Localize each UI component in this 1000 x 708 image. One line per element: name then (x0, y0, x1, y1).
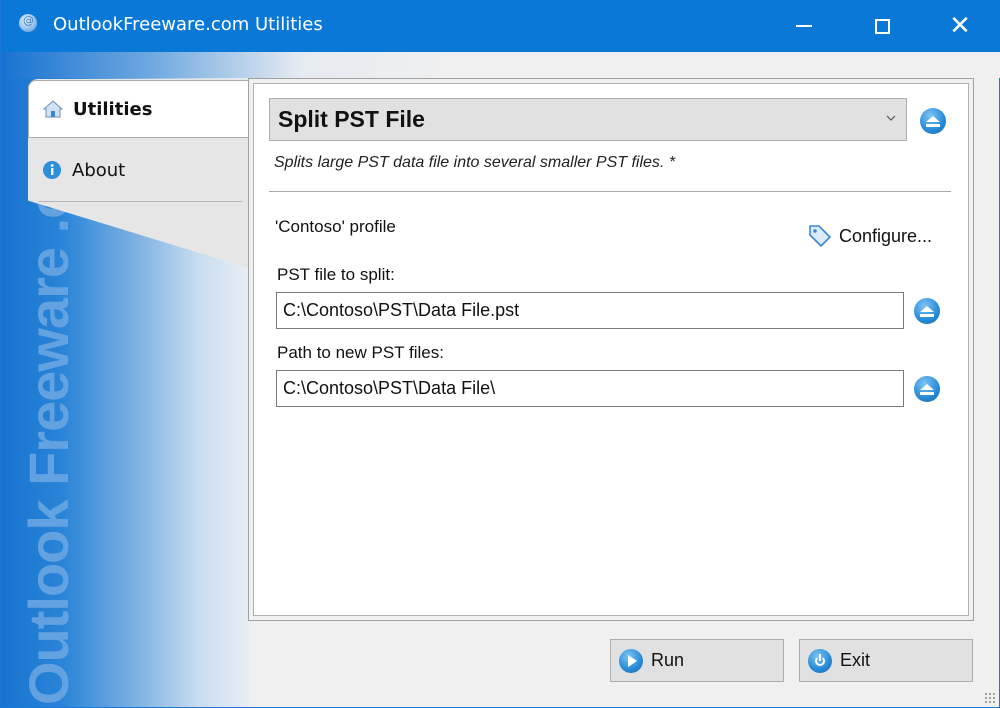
run-label: Run (651, 650, 685, 670)
eject-icon-bar (920, 391, 934, 395)
utility-select[interactable]: Split PST File (269, 98, 907, 141)
eject-icon (920, 383, 934, 390)
profile-label: 'Contoso' profile (275, 217, 396, 236)
output-path-browse-button[interactable] (914, 376, 940, 402)
power-icon (808, 648, 832, 673)
resize-grip[interactable] (984, 692, 996, 704)
app-window: OutlookFreeware.com Utilities ✕ Outlook … (0, 0, 1000, 708)
eject-icon (926, 115, 940, 122)
configure-link[interactable]: Configure... (807, 223, 932, 249)
info-icon (42, 160, 62, 180)
tag-icon (809, 225, 832, 248)
utility-description: Splits large PST data file into several … (274, 154, 676, 171)
exit-label: Exit (840, 650, 871, 670)
pst-file-label: PST file to split: (277, 265, 395, 284)
power-glyph (815, 653, 825, 666)
play-glyph (628, 654, 637, 667)
title-bar[interactable]: OutlookFreeware.com Utilities ✕ (1, 0, 1000, 52)
output-path-input[interactable] (276, 370, 904, 407)
tab-separator (38, 201, 242, 202)
utility-eject-button[interactable] (920, 108, 946, 134)
pst-file-input[interactable] (276, 292, 904, 329)
run-button[interactable]: Run (610, 639, 784, 682)
utility-select-value: Split PST File (278, 106, 425, 132)
tab-about-label: About (72, 159, 126, 181)
eject-icon-bar (920, 313, 934, 317)
window-title: OutlookFreeware.com Utilities (53, 14, 323, 35)
header-strip (1, 52, 1000, 78)
brand-watermark: Outlook Freeware .com (17, 106, 80, 705)
maximize-button[interactable] (843, 0, 921, 52)
close-icon: ✕ (949, 11, 971, 41)
tab-utilities[interactable]: Utilities (28, 80, 252, 138)
maximize-icon (874, 18, 890, 34)
pst-file-browse-button[interactable] (914, 298, 940, 324)
divider (269, 191, 951, 192)
chevron-down-icon (886, 115, 896, 121)
eject-icon-bar (926, 123, 940, 127)
play-icon (619, 648, 643, 673)
minimize-icon (796, 25, 812, 27)
tab-about[interactable]: About (28, 141, 252, 199)
home-icon (42, 99, 64, 119)
app-icon (19, 14, 37, 32)
minimize-button[interactable] (765, 0, 843, 52)
close-button[interactable]: ✕ (921, 0, 999, 52)
configure-label: Configure... (839, 225, 933, 246)
tab-utilities-label: Utilities (73, 98, 153, 120)
eject-icon (920, 305, 934, 312)
exit-button[interactable]: Exit (799, 639, 973, 682)
output-path-label: Path to new PST files: (277, 343, 444, 362)
